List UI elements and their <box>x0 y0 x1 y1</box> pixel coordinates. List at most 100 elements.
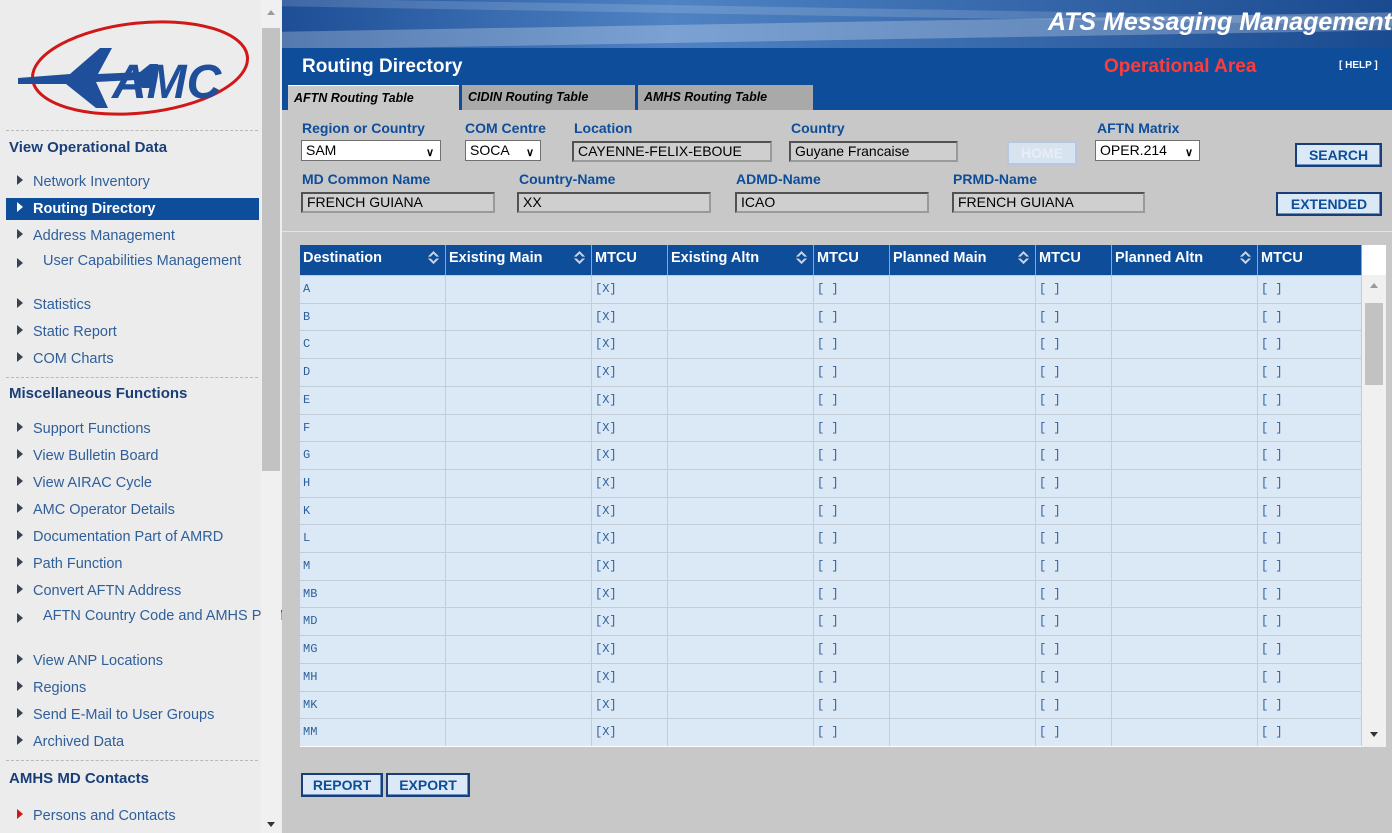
table-cell[interactable]: [ ] <box>1258 331 1362 359</box>
table-cell[interactable]: [ ] <box>814 608 890 636</box>
table-cell[interactable]: [ ] <box>1036 303 1112 331</box>
table-cell[interactable]: [ ] <box>814 636 890 664</box>
table-cell[interactable]: [X] <box>592 359 668 387</box>
table-cell[interactable]: C <box>300 331 446 359</box>
table-cell[interactable]: [ ] <box>814 469 890 497</box>
table-cell[interactable]: [ ] <box>1258 414 1362 442</box>
table-cell[interactable]: [ ] <box>1036 663 1112 691</box>
scroll-down-icon[interactable] <box>267 822 275 827</box>
sidebar-item-path-function[interactable]: Path Function <box>6 553 259 575</box>
table-cell[interactable]: [ ] <box>1258 303 1362 331</box>
table-cell[interactable]: [ ] <box>814 719 890 747</box>
table-cell[interactable]: [ ] <box>1258 359 1362 387</box>
column-header[interactable]: Planned Main <box>890 245 1036 275</box>
table-cell[interactable]: [X] <box>592 525 668 553</box>
table-cell[interactable]: E <box>300 386 446 414</box>
table-cell[interactable]: [ ] <box>1036 608 1112 636</box>
sidebar-item-convert-aftn-address[interactable]: Convert AFTN Address <box>6 580 259 602</box>
table-cell[interactable]: [X] <box>592 553 668 580</box>
sort-icon[interactable] <box>794 250 809 265</box>
table-row[interactable]: MH [X] [ ] [ ] [ ] <box>300 662 1362 691</box>
table-cell[interactable]: L <box>300 525 446 553</box>
aftn-matrix-select[interactable]: OPER.214 ∨ <box>1095 140 1200 161</box>
table-cell[interactable]: D <box>300 359 446 387</box>
table-scrollbar[interactable] <box>1362 275 1386 747</box>
sidebar-item-regions[interactable]: Regions <box>6 677 259 699</box>
sidebar-item-statistics[interactable]: Statistics <box>6 294 259 316</box>
table-cell[interactable]: [ ] <box>1036 525 1112 553</box>
table-cell[interactable]: [ ] <box>1258 276 1362 303</box>
help-link[interactable]: [ HELP ] <box>1339 60 1378 71</box>
table-cell[interactable]: M <box>300 553 446 580</box>
table-cell[interactable]: [ ] <box>814 442 890 470</box>
table-cell[interactable]: [ ] <box>814 414 890 442</box>
table-cell[interactable]: [X] <box>592 691 668 719</box>
table-cell[interactable]: [X] <box>592 608 668 636</box>
table-cell[interactable]: [ ] <box>1258 663 1362 691</box>
sidebar-item-persons-and-contacts[interactable]: Persons and Contacts <box>6 805 259 827</box>
sidebar-item-network-inventory[interactable]: Network Inventory <box>6 171 259 193</box>
table-cell[interactable]: MH <box>300 663 446 691</box>
table-cell[interactable]: [ ] <box>1036 580 1112 608</box>
sidebar-item-amc-operator-details[interactable]: AMC Operator Details <box>6 499 259 521</box>
table-cell[interactable]: [ ] <box>1258 442 1362 470</box>
table-cell[interactable]: [ ] <box>814 663 890 691</box>
sidebar-item-view-bulletin-board[interactable]: View Bulletin Board <box>6 445 259 467</box>
table-cell[interactable]: [ ] <box>814 580 890 608</box>
table-cell[interactable]: [ ] <box>814 359 890 387</box>
table-cell[interactable]: [ ] <box>1036 719 1112 747</box>
sidebar-item-view-airac-cycle[interactable]: View AIRAC Cycle <box>6 472 259 494</box>
table-cell[interactable]: [ ] <box>1258 525 1362 553</box>
home-button[interactable]: HOME <box>1007 141 1077 165</box>
table-row[interactable]: K [X] [ ] [ ] [ ] <box>300 496 1362 525</box>
table-cell[interactable]: A <box>300 276 446 303</box>
table-cell[interactable]: MK <box>300 691 446 719</box>
table-cell[interactable]: MG <box>300 636 446 664</box>
table-cell[interactable]: [X] <box>592 663 668 691</box>
table-row[interactable]: L [X] [ ] [ ] [ ] <box>300 524 1362 553</box>
column-header[interactable]: Planned Altn <box>1112 245 1258 275</box>
table-cell[interactable]: [ ] <box>1258 553 1362 580</box>
table-cell[interactable]: [ ] <box>1036 497 1112 525</box>
table-cell[interactable]: [ ] <box>814 303 890 331</box>
sort-icon[interactable] <box>572 250 587 265</box>
sidebar-item-user-capabilities[interactable]: User Capabilities Management <box>6 252 259 288</box>
com-centre-select[interactable]: SOCA ∨ <box>465 140 541 161</box>
table-cell[interactable]: [X] <box>592 442 668 470</box>
table-cell[interactable]: [ ] <box>1036 469 1112 497</box>
table-row[interactable]: M [X] [ ] [ ] [ ] <box>300 552 1362 580</box>
tab-amhs-routing-table[interactable]: AMHS Routing Table <box>638 85 813 110</box>
sidebar-item-com-charts[interactable]: COM Charts <box>6 348 259 370</box>
table-cell[interactable]: [ ] <box>1036 331 1112 359</box>
column-header[interactable]: Existing Main <box>446 245 592 275</box>
scroll-up-icon[interactable] <box>1370 283 1378 288</box>
sort-icon[interactable] <box>1016 250 1031 265</box>
column-header[interactable]: Existing Altn <box>668 245 814 275</box>
sidebar-scrollbar[interactable] <box>261 0 281 833</box>
table-cell[interactable]: [ ] <box>814 553 890 580</box>
table-cell[interactable]: [ ] <box>1036 442 1112 470</box>
table-cell[interactable]: [ ] <box>814 497 890 525</box>
extended-button[interactable]: EXTENDED <box>1276 192 1382 216</box>
table-row[interactable]: D [X] [ ] [ ] [ ] <box>300 358 1362 387</box>
sidebar-item-support-functions[interactable]: Support Functions <box>6 418 259 440</box>
table-cell[interactable]: [X] <box>592 276 668 303</box>
table-cell[interactable]: MB <box>300 580 446 608</box>
table-row[interactable]: MD [X] [ ] [ ] [ ] <box>300 607 1362 636</box>
sort-icon[interactable] <box>1238 250 1253 265</box>
table-cell[interactable]: [ ] <box>814 386 890 414</box>
sidebar-item-routing-directory[interactable]: Routing Directory <box>6 198 259 220</box>
table-cell[interactable]: [ ] <box>1258 497 1362 525</box>
column-header[interactable]: Destination <box>300 245 446 275</box>
table-cell[interactable]: MM <box>300 719 446 747</box>
sort-icon[interactable] <box>426 250 441 265</box>
table-cell[interactable]: [ ] <box>1036 553 1112 580</box>
table-cell[interactable]: [ ] <box>1036 636 1112 664</box>
table-cell[interactable]: [ ] <box>1258 469 1362 497</box>
table-row[interactable]: MG [X] [ ] [ ] [ ] <box>300 635 1362 664</box>
amc-logo[interactable]: AMC <box>0 8 262 118</box>
table-cell[interactable]: [ ] <box>814 331 890 359</box>
table-cell[interactable]: [X] <box>592 497 668 525</box>
table-cell[interactable]: [X] <box>592 580 668 608</box>
sidebar-item-view-anp-locations[interactable]: View ANP Locations <box>6 650 259 672</box>
